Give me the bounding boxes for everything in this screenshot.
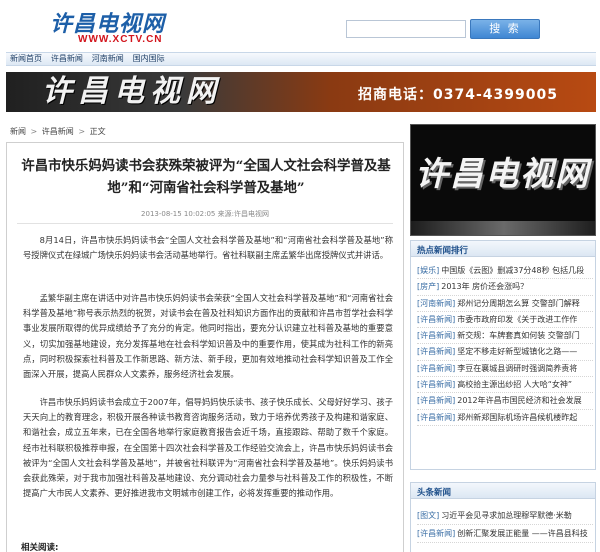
list-item-link[interactable]: 2013年 房价还会涨吗？ [441, 282, 528, 291]
headline-news-title: 头条新闻 [417, 488, 452, 498]
list-item[interactable]: [许昌新闻] 高校拾主源出纱招 人大哈“女神” [417, 377, 593, 394]
sidebar-ad-strip [411, 221, 595, 235]
panel-header: 热点新闻排行 [411, 241, 595, 257]
sidebar-ad-title: 许昌电视网 [415, 154, 590, 193]
site-logo[interactable]: 许昌电视网 WWW.XCTV.CN [50, 6, 200, 50]
divider [17, 223, 393, 224]
list-item-category: [河南新闻] [417, 298, 456, 308]
article-meta: 2013-08-15 10:02:05 来源:许昌电视网 [141, 210, 269, 218]
breadcrumb-news[interactable]: 新闻 [10, 127, 26, 136]
breadcrumb-xuchang[interactable]: 许昌新闻 [42, 127, 74, 136]
breadcrumb: 新闻 > 许昌新闻 > 正文 [10, 126, 106, 137]
list-item[interactable]: [许昌新闻] 2012年许昌市国民经济和社会发展 [417, 393, 593, 410]
list-item-link[interactable]: 坚定不移走好新型城镇化之路—— [457, 347, 577, 356]
main-nav: 新闻首页 许昌新闻 河南新闻 国内国际 [6, 52, 596, 66]
list-item-category: [许昌新闻] [417, 347, 456, 357]
list-item-category: [许昌新闻] [417, 363, 456, 373]
list-item-link[interactable]: 新交规：车牌套真如何装 交警部门 [457, 331, 580, 340]
hot-news-panel: 热点新闻排行 [娱乐] 中国版《云图》删减37分48秒 包括几段 [房产] 2013… [410, 240, 596, 470]
sidebar-ad[interactable]: 许昌电视网 [410, 124, 596, 236]
list-item[interactable]: [许昌新闻] 郑州新郑国际机场许昌候机楼昨起 [417, 410, 593, 426]
list-item-link[interactable]: 郑州新郑国际机场许昌候机楼昨起 [457, 413, 577, 422]
breadcrumb-separator: > [78, 127, 86, 136]
hot-news-list: [娱乐] 中国版《云图》删减37分48秒 包括几段 [房产] 2013年 房价还会涨… [417, 263, 593, 426]
panel-header: 头条新闻 [411, 483, 595, 499]
list-item-category: [许昌新闻] [417, 412, 456, 422]
nav-item-world[interactable]: 国内国际 [129, 53, 165, 65]
list-item-category: [娱乐] [417, 266, 440, 275]
list-item[interactable]: [娱乐] 中国版《云图》删减37分48秒 包括几段 [417, 263, 593, 280]
list-item-category: [许昌新闻] [417, 380, 456, 390]
breadcrumb-current: 正文 [89, 127, 106, 136]
list-item[interactable]: [许昌新闻] 市委市政府印发《关于改进工作作 [417, 312, 593, 329]
list-item-category: [许昌新闻] [417, 396, 456, 406]
list-item-link[interactable]: 创新汇聚发展正能量 ——许昌县科技 [457, 529, 588, 538]
article-paragraph: 8月14日，许昌市快乐妈妈读书会“全国人文社会科学普及基地”和“河南省社会科学普… [23, 235, 393, 261]
headline-news-list: [图文] 习近平会见寻求加总理穆罕默德·米勒 [许昌新闻] 创新汇聚发展正能量 ——… [417, 507, 593, 543]
list-item[interactable]: [河南新闻] 郑州记分周期怎么算 交警部门解释 [417, 296, 593, 312]
list-item-link[interactable]: 李豆在襄城县调研时强调简养责将 [457, 364, 577, 373]
hot-news-title: 热点新闻排行 [417, 246, 469, 256]
list-item-category: [图文] [417, 511, 440, 520]
related-reading-label: 相关阅读: [21, 543, 59, 552]
logo-url: WWW.XCTV.CN [78, 34, 163, 45]
banner-phone: 招商电话：0374-4399005 [358, 87, 558, 103]
breadcrumb-separator: > [30, 127, 38, 136]
top-banner-ad[interactable]: 许昌电视网 招商电话：0374-4399005 [6, 72, 596, 112]
search-button[interactable]: 搜 索 [470, 19, 540, 39]
list-item[interactable]: [许昌新闻] 李豆在襄城县调研时强调简养责将 [417, 361, 593, 378]
list-item-link[interactable]: 高校拾主源出纱招 人大哈“女神” [457, 380, 572, 389]
list-item-link[interactable]: 中国版《云图》删减37分48秒 包括几段 [441, 266, 584, 275]
list-item-category: [许昌新闻] [417, 529, 456, 538]
list-item[interactable]: [图文] 习近平会见寻求加总理穆罕默德·米勒 [417, 507, 593, 525]
list-item-link[interactable]: 2012年许昌市国民经济和社会发展 [457, 396, 581, 405]
list-item[interactable]: [许昌新闻] 创新汇聚发展正能量 ——许昌县科技 [417, 525, 593, 543]
list-item-category: [许昌新闻] [417, 331, 456, 341]
article-title: 许昌市快乐妈妈读书会获殊荣被评为“全国人文社会科学普及基地”和“河南省社会科学普… [21, 158, 391, 196]
article-paragraph: 孟繁华副主席在讲话中对许昌市快乐妈妈读书会荣获“全国人文社会科学普及基地”和“河… [23, 293, 393, 380]
headline-news-panel: 头条新闻 [图文] 习近平会见寻求加总理穆罕默德·米勒 [许昌新闻] 创新汇聚发展正… [410, 482, 596, 552]
list-item[interactable]: [房产] 2013年 房价还会涨吗？ [417, 279, 593, 296]
article-paragraph: 许昌市快乐妈妈读书会成立于2007年，倡导妈妈快乐读书、孩子快乐成长、父母好好学… [23, 397, 393, 499]
list-item-category: [许昌新闻] [417, 314, 456, 324]
list-item[interactable]: [许昌新闻] 坚定不移走好新型城镇化之路—— [417, 344, 593, 361]
list-item[interactable]: [许昌新闻] 新交规：车牌套真如何装 交警部门 [417, 328, 593, 345]
list-item-category: [房产] [417, 282, 440, 292]
banner-title: 许昌电视网 [42, 74, 222, 109]
article-container: 许昌市快乐妈妈读书会获殊荣被评为“全国人文社会科学普及基地”和“河南省社会科学普… [6, 142, 404, 552]
list-item-link[interactable]: 市委市政府印发《关于改进工作作 [457, 315, 577, 324]
nav-item-home[interactable]: 新闻首页 [6, 53, 42, 65]
list-item-link[interactable]: 郑州记分周期怎么算 交警部门解释 [457, 299, 580, 308]
nav-item-henan[interactable]: 河南新闻 [88, 53, 124, 65]
nav-item-xuchang[interactable]: 许昌新闻 [47, 53, 83, 65]
list-item-link[interactable]: 习近平会见寻求加总理穆罕默德·米勒 [441, 511, 572, 520]
site-header: 许昌电视网 WWW.XCTV.CN 搜 索 [0, 0, 600, 52]
search-input[interactable] [346, 20, 466, 38]
